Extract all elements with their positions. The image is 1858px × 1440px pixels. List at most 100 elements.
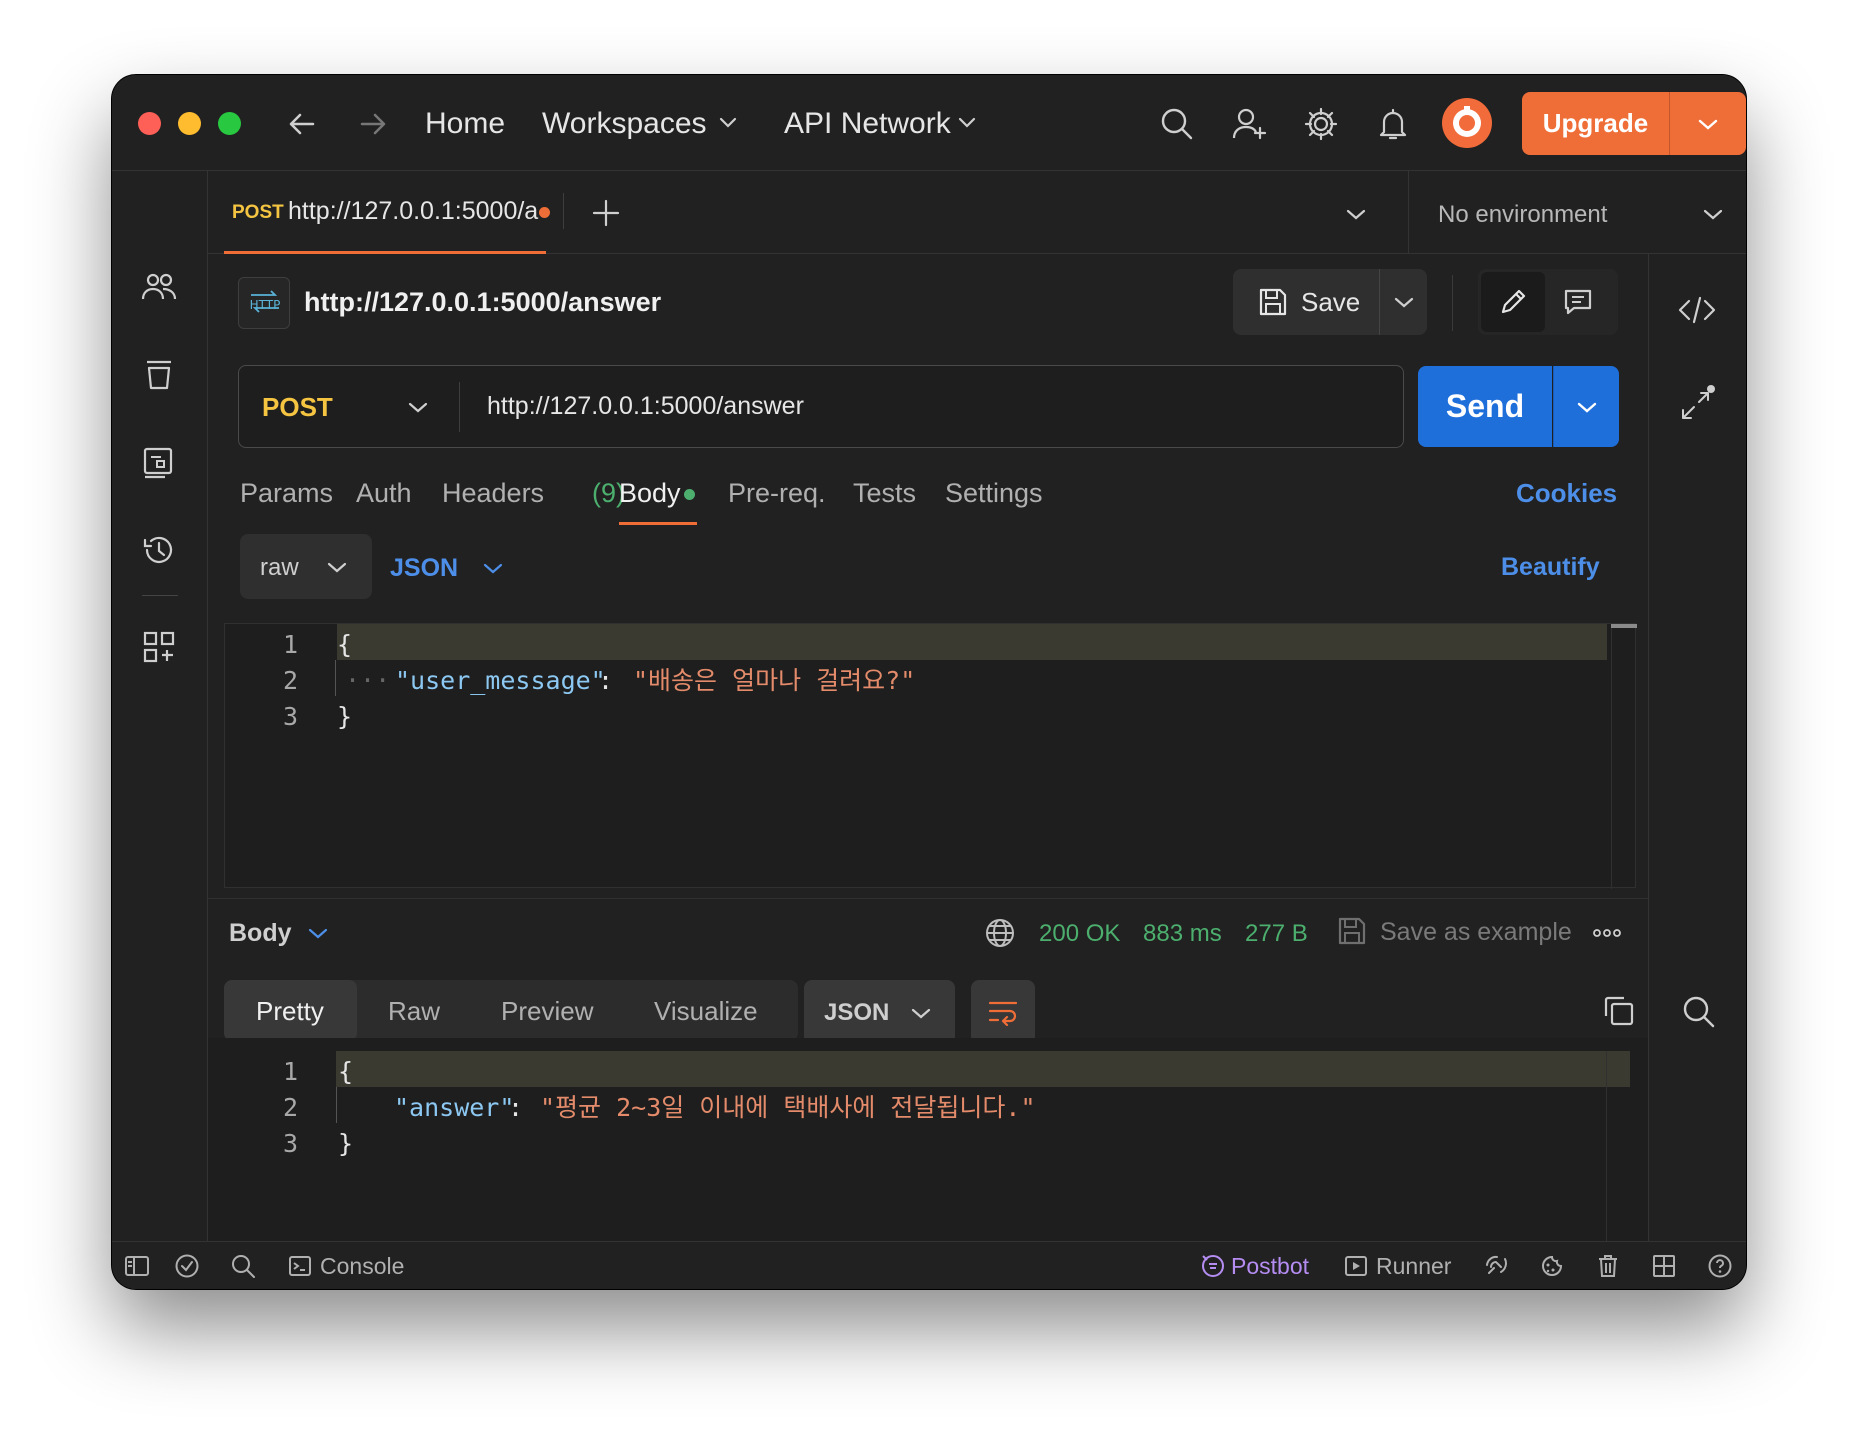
nav-home[interactable]: Home: [425, 109, 505, 139]
comment-icon[interactable]: [1562, 286, 1594, 318]
line-number: 2: [282, 1093, 298, 1122]
forward-arrow-icon[interactable]: [358, 109, 388, 139]
response-size[interactable]: 277 B: [1245, 922, 1308, 946]
team-icon[interactable]: [141, 269, 177, 305]
save-options-chevron-icon[interactable]: [1393, 295, 1415, 309]
check-circle-icon[interactable]: [174, 1253, 200, 1279]
url-bar: POST http://127.0.0.1:5000/answer: [238, 365, 1404, 448]
nav-api-network[interactable]: API Network: [784, 109, 951, 139]
view-tab-pretty-label: Pretty: [256, 996, 324, 1026]
bell-icon[interactable]: [1375, 106, 1411, 142]
line-number: 2: [282, 666, 298, 695]
console-button[interactable]: Console: [320, 1255, 404, 1278]
history-icon[interactable]: [141, 532, 177, 568]
view-tab-raw[interactable]: Raw: [388, 998, 440, 1024]
environment-selector[interactable]: No environment: [1438, 189, 1738, 237]
tab-prereq[interactable]: Pre-req.: [728, 480, 826, 507]
request-tab[interactable]: POST http://127.0.0.1:5000/a: [224, 171, 550, 254]
search-icon[interactable]: [1159, 106, 1195, 142]
nav-workspaces[interactable]: Workspaces: [542, 109, 707, 139]
minimize-window-button[interactable]: [178, 112, 201, 135]
response-divider[interactable]: [208, 898, 1648, 899]
body-mode-select[interactable]: raw: [240, 534, 372, 599]
maximize-window-button[interactable]: [218, 112, 241, 135]
editor-minimap[interactable]: [1611, 624, 1637, 889]
cookies-icon[interactable]: [1539, 1253, 1565, 1279]
method-divider: [459, 382, 460, 432]
expand-arrows-icon[interactable]: [1677, 384, 1717, 424]
tabs-dropdown-chevron-icon[interactable]: [1345, 207, 1367, 221]
body-mode-label: raw: [260, 554, 299, 581]
method-select[interactable]: POST: [239, 366, 459, 446]
collections-icon[interactable]: [141, 356, 177, 392]
avatar[interactable]: [1442, 98, 1492, 148]
response-view-tabs: Pretty Raw Preview Visualize: [224, 980, 798, 1041]
gear-icon[interactable]: [1303, 106, 1339, 142]
request-name[interactable]: http://127.0.0.1:5000/answer: [304, 289, 661, 316]
response-body-viewer[interactable]: 1 { 2 "answer" : "평균 2~3일 이내에 택배사에 전달됩니다…: [208, 1038, 1648, 1241]
json-string: "배송은 얼마나 걸려요?": [633, 666, 916, 695]
wrap-lines-button[interactable]: [971, 980, 1035, 1044]
url-input[interactable]: http://127.0.0.1:5000/answer: [487, 394, 804, 419]
copy-icon[interactable]: [1602, 994, 1636, 1028]
chevron-down-icon: [407, 400, 429, 414]
line-number: 1: [282, 630, 298, 659]
toggle-sidebar-icon[interactable]: [124, 1254, 150, 1278]
close-window-button[interactable]: [138, 112, 161, 135]
tab-auth[interactable]: Auth: [356, 480, 412, 507]
two-pane-layout-icon[interactable]: [1651, 1253, 1677, 1279]
add-widgets-icon[interactable]: [141, 629, 177, 665]
postbot-button[interactable]: Postbot: [1231, 1255, 1309, 1278]
send-options-button[interactable]: [1553, 366, 1619, 447]
current-line-highlight: [336, 1051, 1630, 1087]
chevron-down-icon: [1702, 207, 1724, 221]
runner-button[interactable]: Runner: [1376, 1255, 1451, 1278]
tab-tests[interactable]: Tests: [853, 480, 916, 507]
console-icon[interactable]: [288, 1254, 312, 1278]
plus-icon[interactable]: [591, 198, 621, 228]
view-tab-visualize[interactable]: Visualize: [654, 998, 758, 1024]
edit-button[interactable]: [1481, 272, 1545, 332]
response-status[interactable]: 200 OK: [1039, 922, 1120, 946]
tab-settings[interactable]: Settings: [945, 480, 1043, 507]
upgrade-dropdown-button[interactable]: [1669, 92, 1746, 155]
cookies-link[interactable]: Cookies: [1516, 480, 1617, 506]
save-button-group: Save: [1233, 269, 1427, 335]
save-as-example-button[interactable]: Save as example: [1380, 920, 1572, 945]
send-button[interactable]: Send: [1418, 366, 1552, 447]
upgrade-button[interactable]: Upgrade: [1522, 92, 1669, 155]
view-tab-pretty[interactable]: Pretty: [224, 980, 357, 1041]
tab-body[interactable]: Body: [619, 480, 681, 507]
tab-headers[interactable]: Headers: [442, 480, 544, 507]
chevron-down-icon[interactable]: [307, 926, 329, 940]
request-body-editor[interactable]: 1 { 2 ··· "user_message" : "배송은 얼마나 걸려요?…: [224, 623, 1637, 889]
runner-icon[interactable]: [1344, 1254, 1368, 1278]
more-options-icon[interactable]: [1592, 926, 1622, 940]
pencil-icon: [1501, 289, 1526, 314]
beautify-button[interactable]: Beautify: [1501, 555, 1600, 580]
view-tab-preview[interactable]: Preview: [501, 998, 593, 1024]
upgrade-label: Upgrade: [1542, 108, 1649, 138]
postbot-icon[interactable]: [1200, 1253, 1226, 1279]
back-arrow-icon[interactable]: [287, 109, 317, 139]
code-snippet-icon[interactable]: [1677, 294, 1717, 326]
editor-scroll-thumb[interactable]: [1611, 624, 1637, 628]
globe-icon[interactable]: [984, 917, 1016, 949]
capture-requests-icon[interactable]: [1483, 1253, 1509, 1279]
response-format-select[interactable]: JSON: [804, 980, 955, 1044]
search-icon[interactable]: [230, 1253, 256, 1279]
line-number: 3: [282, 702, 298, 731]
wrap-lines-icon: [988, 1001, 1018, 1027]
code-brace: }: [337, 702, 353, 731]
invite-user-icon[interactable]: [1231, 106, 1267, 142]
body-language-select[interactable]: JSON: [390, 534, 520, 599]
environments-icon[interactable]: [141, 444, 177, 480]
save-button[interactable]: Save: [1233, 269, 1379, 335]
help-icon[interactable]: [1707, 1253, 1733, 1279]
trash-icon[interactable]: [1595, 1253, 1621, 1279]
response-time[interactable]: 883 ms: [1143, 922, 1222, 946]
tab-params[interactable]: Params: [240, 480, 333, 507]
json-key: "user_message": [395, 666, 606, 695]
code-brace: {: [338, 1057, 354, 1086]
response-section-label[interactable]: Body: [229, 921, 292, 946]
